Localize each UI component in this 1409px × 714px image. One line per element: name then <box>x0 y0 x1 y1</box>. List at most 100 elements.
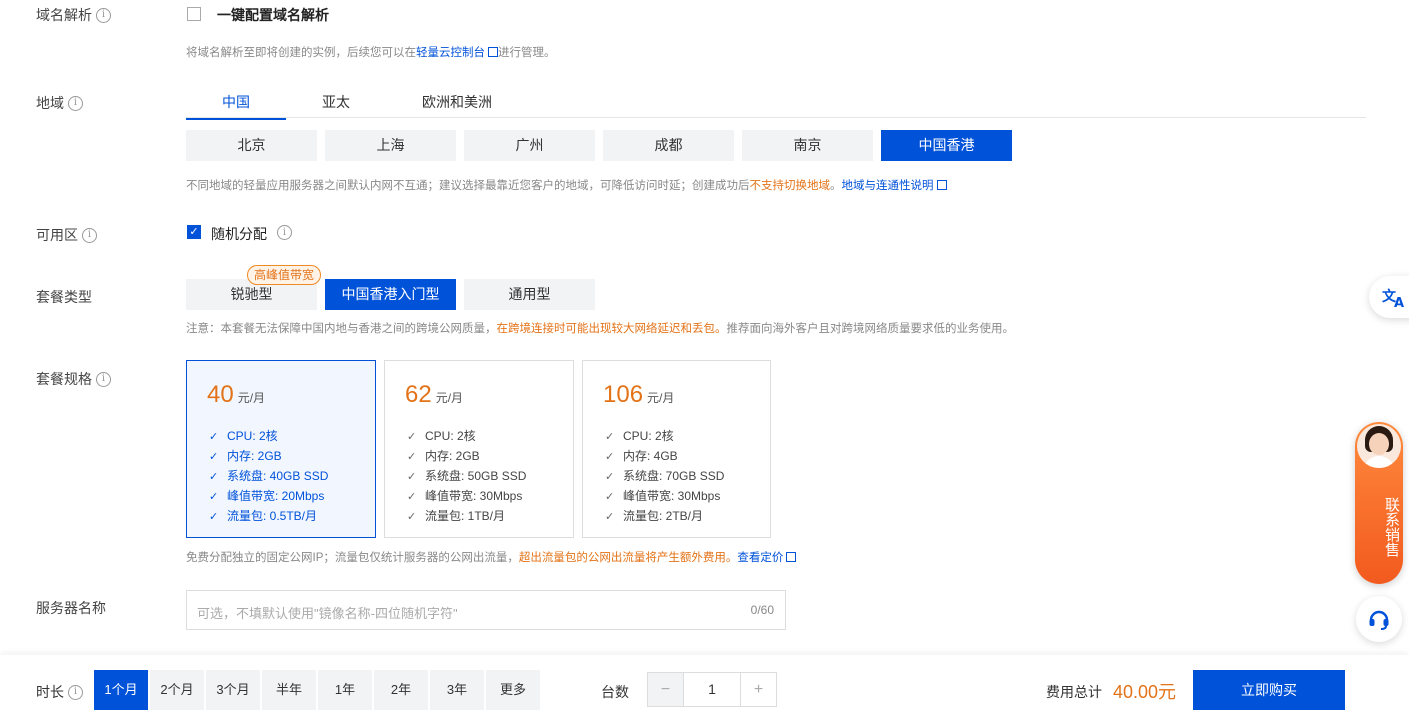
plan-feature-text: 流量包: 2TB/月 <box>623 509 704 523</box>
contact-sales-widget[interactable]: 联系销售 <box>1355 422 1403 584</box>
region-label: 地域 i <box>36 93 83 113</box>
info-icon[interactable]: i <box>82 227 97 243</box>
duration-label: 时长 i <box>36 682 83 702</box>
plan-feature: ✓ 内存: 2GB <box>407 447 480 464</box>
tab-europe-americas[interactable]: 欧洲和美洲 <box>386 86 528 118</box>
total-price: 40.00元 <box>1113 682 1177 702</box>
city-beijing[interactable]: 北京 <box>186 130 317 161</box>
type-hk-entry[interactable]: 中国香港入门型 <box>325 279 456 310</box>
buy-now-button[interactable]: 立即购买 <box>1193 670 1345 710</box>
city-nanjing[interactable]: 南京 <box>742 130 873 161</box>
headset-icon <box>1369 610 1389 630</box>
console-link[interactable]: 轻量云控制台 <box>416 47 485 59</box>
plan-feature: ✓ 内存: 2GB <box>209 447 282 464</box>
plan-feature-text: 系统盘: 50GB SSD <box>425 469 527 483</box>
city-guangzhou[interactable]: 广州 <box>464 130 595 161</box>
check-icon: ✓ <box>209 451 219 463</box>
translate-icon: 文 A <box>1382 288 1404 309</box>
duration-2-months[interactable]: 2个月 <box>150 670 204 710</box>
region-connectivity-link[interactable]: 地域与连通性说明 <box>842 180 934 192</box>
package-spec-hint-warning: 超出流量包的公网出流量将产生额外费用。 <box>518 552 738 564</box>
package-type-label: 套餐类型 <box>36 289 92 305</box>
check-icon: ✓ <box>605 511 615 523</box>
duration-more[interactable]: 更多 <box>486 670 540 710</box>
dns-hint: 将域名解析至即将创建的实例，后续您可以在轻量云控制台 进行管理。 <box>186 44 556 60</box>
info-icon[interactable]: i <box>68 684 83 700</box>
plan-feature: ✓ 峰值带宽: 20Mbps <box>209 487 324 504</box>
info-icon[interactable]: i <box>277 225 292 240</box>
package-spec-label: 套餐规格 i <box>36 369 111 389</box>
plan-feature-text: CPU: 2核 <box>425 429 476 443</box>
duration-3-months[interactable]: 3个月 <box>206 670 260 710</box>
view-pricing-link[interactable]: 查看定价 <box>737 552 783 564</box>
translate-widget[interactable]: 文 A <box>1369 276 1409 318</box>
tab-divider <box>186 117 1366 118</box>
city-chengdu[interactable]: 成都 <box>603 130 734 161</box>
svg-text:A: A <box>1394 296 1404 309</box>
total-label: 费用总计 <box>1046 684 1102 700</box>
package-spec-hint: 免费分配独立的固定公网IP；流量包仅统计服务器的公网出流量，超出流量包的公网出流… <box>186 549 797 565</box>
plan-feature: ✓ CPU: 2核 <box>209 427 278 444</box>
plan-price-value: 106 <box>603 381 644 408</box>
tab-asia-pacific[interactable]: 亚太 <box>286 86 386 118</box>
plan-feature: ✓ 峰值带宽: 30Mbps <box>605 487 720 504</box>
plan-feature-text: CPU: 2核 <box>623 429 674 443</box>
type-general[interactable]: 通用型 <box>464 279 595 310</box>
quantity-plus-button[interactable]: + <box>741 673 776 706</box>
quantity-value[interactable]: 1 <box>683 673 741 706</box>
package-type-hint: 注意：本套餐无法保障中国内地与香港之间的跨境公网质量，在跨境连接时可能出现较大网… <box>186 320 1014 336</box>
server-name-placeholder: 可选，不填默认使用"镜像名称-四位随机字符" <box>197 606 458 621</box>
sales-avatar <box>1357 424 1401 468</box>
check-icon: ✓ <box>209 491 219 503</box>
info-icon[interactable]: i <box>96 7 111 23</box>
check-icon: ✓ <box>209 431 219 443</box>
server-name-label: 服务器名称 <box>36 600 106 616</box>
duration-1-month[interactable]: 1个月 <box>94 670 148 710</box>
quantity-minus-button[interactable]: − <box>648 673 683 706</box>
check-icon: ✓ <box>605 451 615 463</box>
quantity-stepper[interactable]: − 1 + <box>647 672 777 707</box>
plan-price-value: 40 <box>207 381 234 408</box>
duration-2-years[interactable]: 2年 <box>374 670 428 710</box>
plan-price-value: 62 <box>405 381 432 408</box>
city-shanghai[interactable]: 上海 <box>325 130 456 161</box>
duration-half-year[interactable]: 半年 <box>262 670 316 710</box>
city-hongkong[interactable]: 中国香港 <box>881 130 1012 161</box>
zone-label: 可用区 i <box>36 225 97 245</box>
plan-price: 106 元/月 <box>603 381 674 409</box>
check-icon: ✓ <box>605 471 615 483</box>
plan-feature: ✓ 系统盘: 70GB SSD <box>605 467 724 484</box>
server-name-counter: 0/60 <box>750 603 774 617</box>
package-spec-hint-prefix: 免费分配独立的固定公网IP；流量包仅统计服务器的公网出流量， <box>186 552 519 564</box>
info-icon[interactable]: i <box>96 371 111 387</box>
plan-feature-text: 系统盘: 70GB SSD <box>623 469 725 483</box>
check-icon: ✓ <box>407 451 417 463</box>
plan-feature-text: 系统盘: 40GB SSD <box>227 469 329 483</box>
check-icon: ✓ <box>407 491 417 503</box>
check-icon: ✓ <box>605 491 615 503</box>
dns-hint-suffix: 进行管理。 <box>498 47 556 59</box>
plan-card-40[interactable]: 40 元/月 ✓ CPU: 2核 ✓ 内存: 2GB ✓ 系统盘: 40GB SSD ✓… <box>186 360 376 538</box>
external-link-icon <box>936 180 947 190</box>
plan-card-106[interactable]: 106 元/月 ✓ CPU: 2核 ✓ 内存: 4GB ✓ 系统盘: 70GB SSD … <box>582 360 771 538</box>
external-link-icon <box>786 552 797 562</box>
plan-price: 40 元/月 <box>207 381 265 409</box>
check-icon: ✓ <box>407 471 417 483</box>
info-icon[interactable]: i <box>68 95 83 111</box>
check-icon: ✓ <box>407 431 417 443</box>
package-spec-label-text: 套餐规格 <box>36 371 92 387</box>
dns-checkbox-label: 一键配置域名解析 <box>217 7 329 23</box>
plan-feature-text: 峰值带宽: 30Mbps <box>425 489 523 503</box>
region-hint-warning: 不支持切换地域 <box>749 180 831 192</box>
support-widget[interactable] <box>1356 596 1402 642</box>
plan-feature: ✓ 系统盘: 40GB SSD <box>209 467 328 484</box>
tab-china[interactable]: 中国 <box>186 86 286 120</box>
duration-3-years[interactable]: 3年 <box>430 670 484 710</box>
plan-feature-text: 内存: 2GB <box>227 449 282 463</box>
plan-feature-text: 峰值带宽: 20Mbps <box>227 489 325 503</box>
zone-random-checkbox[interactable]: ✓ <box>187 225 201 239</box>
duration-1-year[interactable]: 1年 <box>318 670 372 710</box>
plan-card-62[interactable]: 62 元/月 ✓ CPU: 2核 ✓ 内存: 2GB ✓ 系统盘: 50GB SSD ✓… <box>384 360 574 538</box>
dns-checkbox[interactable] <box>187 7 201 21</box>
server-name-input[interactable]: 可选，不填默认使用"镜像名称-四位随机字符" 0/60 <box>186 590 786 630</box>
